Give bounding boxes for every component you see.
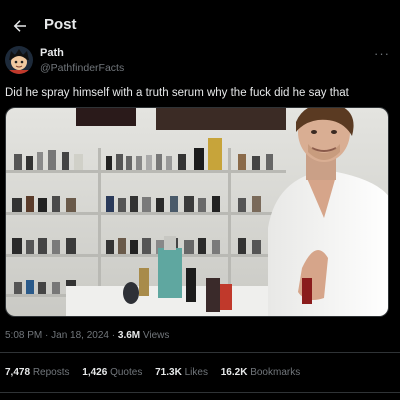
- likes-count: 71.3K: [155, 367, 182, 378]
- views-count: 3.6M: [117, 330, 141, 341]
- reposts-stat[interactable]: 7,478 Reposts: [5, 367, 70, 378]
- meta-separator: ·: [111, 330, 116, 341]
- quotes-count: 1,426: [82, 367, 108, 378]
- avatar[interactable]: [5, 46, 33, 74]
- meta-separator: ·: [45, 330, 49, 341]
- user-handle[interactable]: @PathfinderFacts: [40, 62, 124, 74]
- post-metadata: 5:08 PM · Jan 18, 2024 · 3.6M Views: [5, 330, 169, 341]
- anime-avatar-icon: [5, 46, 33, 74]
- divider: [0, 392, 400, 393]
- author-row: Path @PathfinderFacts ···: [0, 44, 400, 80]
- bookmarks-label: Bookmarks: [250, 367, 301, 378]
- display-name[interactable]: Path: [40, 47, 64, 59]
- page-title: Post: [44, 16, 77, 33]
- tweet-text: Did he spray himself with a truth serum …: [5, 87, 349, 99]
- arrow-left-icon: [13, 20, 26, 32]
- bookmarks-count: 16.2K: [220, 367, 248, 378]
- tweet-media-video[interactable]: [5, 107, 389, 317]
- quotes-stat[interactable]: 1,426 Quotes: [82, 367, 142, 378]
- post-time[interactable]: 5:08 PM: [5, 330, 42, 341]
- engagement-stats: 7,478 Reposts 1,426 Quotes 71.3K Likes 1…: [5, 367, 310, 378]
- divider: [0, 352, 400, 353]
- quotes-label: Quotes: [110, 367, 143, 378]
- post-date[interactable]: Jan 18, 2024: [51, 330, 109, 341]
- likes-stat[interactable]: 71.3K Likes: [155, 367, 208, 378]
- bookmarks-stat[interactable]: 16.2K Bookmarks: [221, 367, 300, 378]
- views-label: Views: [142, 330, 170, 341]
- back-button[interactable]: [6, 12, 34, 40]
- ellipsis-icon[interactable]: ···: [374, 46, 390, 61]
- video-thumbnail-image: [6, 108, 388, 316]
- reposts-count: 7,478: [5, 367, 31, 378]
- likes-label: Likes: [184, 367, 208, 378]
- reposts-label: Reposts: [32, 367, 70, 378]
